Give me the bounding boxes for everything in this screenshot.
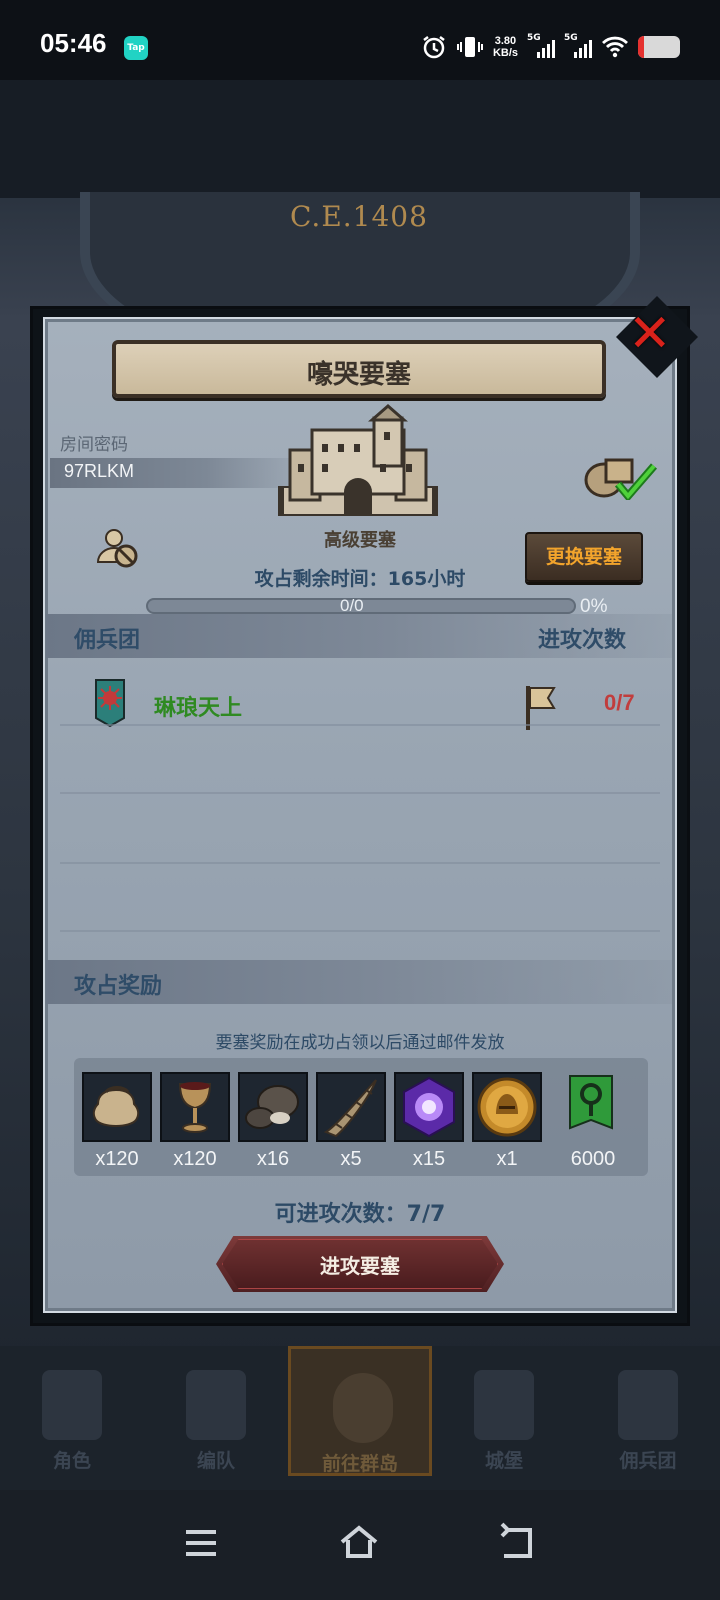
nav-item-formation[interactable]: 编队 bbox=[144, 1346, 288, 1476]
nav-item-mercenary[interactable]: 佣兵团 bbox=[576, 1346, 720, 1476]
taptap-icon: Tap bbox=[124, 36, 148, 60]
battery-icon bbox=[638, 36, 680, 58]
remaining-time: 攻占剩余时间：165小时 bbox=[254, 568, 466, 590]
reward-item[interactable]: 6000 bbox=[558, 1072, 628, 1170]
reward-item[interactable]: x120 bbox=[160, 1072, 230, 1170]
nav-item-castle[interactable]: 城堡 bbox=[432, 1346, 576, 1476]
nav-item-character[interactable]: 角色 bbox=[0, 1346, 144, 1476]
formation-icon bbox=[186, 1370, 246, 1440]
purple-gem-icon bbox=[403, 1076, 455, 1138]
horn-icon bbox=[323, 1079, 377, 1138]
system-nav-bar bbox=[0, 1490, 720, 1600]
helmet-coin-icon bbox=[477, 1077, 537, 1137]
wifi-icon bbox=[602, 36, 628, 58]
progress-count: 0/0 bbox=[340, 596, 364, 615]
islands-icon bbox=[333, 1373, 393, 1443]
status-bar: 05:46 Tap 3.80 KB/s 5G 5G bbox=[0, 0, 720, 80]
goblet-icon bbox=[178, 1082, 212, 1133]
castle-icon bbox=[474, 1370, 534, 1440]
fortress-type: 高级要塞 bbox=[324, 530, 396, 551]
divider bbox=[60, 792, 660, 794]
reward-item[interactable]: x16 bbox=[238, 1072, 308, 1170]
guild-column-header: 佣兵团 bbox=[74, 628, 141, 653]
signal-icon: 5G bbox=[527, 33, 555, 61]
close-button[interactable]: ✕ bbox=[615, 295, 699, 379]
truffle-icon bbox=[245, 1085, 299, 1129]
reward-item[interactable]: x1 bbox=[472, 1072, 542, 1170]
reward-item[interactable]: x120 bbox=[82, 1072, 152, 1170]
alarm-icon bbox=[423, 36, 445, 59]
back-icon[interactable] bbox=[494, 1518, 544, 1568]
divider bbox=[60, 724, 660, 726]
room-password-label: 房间密码 bbox=[60, 435, 128, 455]
divider bbox=[60, 930, 660, 932]
signal-icon: 5G bbox=[564, 33, 592, 61]
character-icon bbox=[42, 1370, 102, 1440]
guild-banner-icon bbox=[95, 679, 125, 728]
reward-title: 攻占奖励 bbox=[74, 974, 163, 999]
available-attacks: 可进攻次数：7/7 bbox=[274, 1202, 446, 1227]
attack-column-header: 进攻次数 bbox=[538, 628, 627, 653]
vibrate-icon bbox=[456, 37, 483, 57]
fortress-castle-icon bbox=[278, 404, 438, 516]
era-label: C.E.1408 bbox=[290, 200, 428, 233]
reward-item[interactable]: x15 bbox=[394, 1072, 464, 1170]
nav-item-islands[interactable]: 前往群岛 bbox=[288, 1346, 432, 1476]
mercenary-icon bbox=[618, 1370, 678, 1440]
net-speed: 3.80 KB/s bbox=[492, 35, 518, 59]
reward-note: 要塞奖励在成功占领以后通过邮件发放 bbox=[215, 1033, 505, 1053]
divider bbox=[60, 862, 660, 864]
title-banner: 嚎哭要塞 bbox=[112, 340, 606, 398]
attack-fortress-button[interactable]: 进攻要塞 bbox=[216, 1236, 504, 1292]
status-icons: 3.80 KB/s 5G 5G bbox=[421, 30, 680, 64]
home-icon[interactable] bbox=[334, 1518, 384, 1568]
close-x-icon: ✕ bbox=[628, 304, 672, 364]
reward-item[interactable]: x5 bbox=[316, 1072, 386, 1170]
guild-attack-count: 0/7 bbox=[604, 690, 635, 715]
clock: 05:46 bbox=[40, 28, 107, 58]
guild-name: 琳琅天上 bbox=[154, 696, 243, 721]
supply-ready-icon[interactable] bbox=[582, 450, 658, 500]
tree-banner-icon bbox=[569, 1075, 613, 1130]
top-overlay bbox=[0, 80, 720, 198]
pouch-icon bbox=[92, 1086, 140, 1127]
room-code: 97RLKM bbox=[64, 461, 135, 481]
menu-icon[interactable] bbox=[176, 1518, 226, 1568]
dialog-title: 嚎哭要塞 bbox=[306, 360, 411, 390]
